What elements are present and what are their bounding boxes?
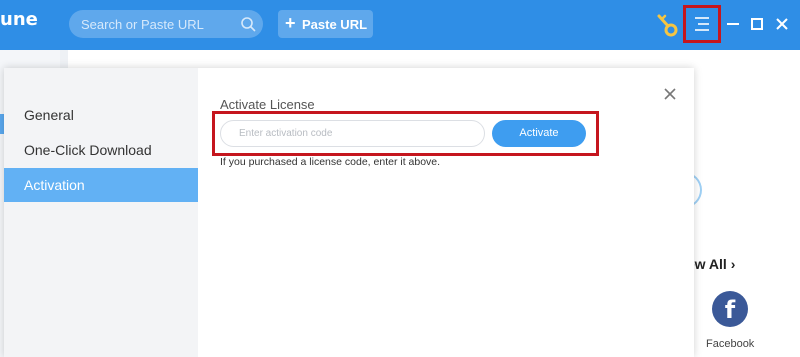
close-icon[interactable]: [771, 13, 793, 35]
nav-item-activation[interactable]: Activation: [4, 168, 198, 202]
app-name: une: [0, 9, 38, 30]
search-icon[interactable]: [239, 15, 257, 33]
search-input[interactable]: Search or Paste URL: [69, 10, 263, 38]
maximize-icon[interactable]: [746, 13, 768, 35]
license-hint-text: If you purchased a license code, enter i…: [220, 156, 441, 168]
nav-item-one-click-download[interactable]: One-Click Download: [4, 133, 198, 167]
paste-url-button[interactable]: + Paste URL: [278, 10, 373, 38]
activate-license-title: Activate License: [220, 97, 315, 112]
activation-code-placeholder: Enter activation code: [239, 128, 333, 139]
settings-dialog: General One-Click Download Activation Ac…: [4, 68, 694, 357]
hamburger-menu-button[interactable]: [683, 5, 721, 43]
paste-url-label: Paste URL: [302, 17, 368, 32]
search-placeholder: Search or Paste URL: [81, 17, 204, 32]
nav-item-general[interactable]: General: [4, 98, 198, 132]
plus-icon: +: [285, 13, 296, 33]
hamburger-menu-icon: [695, 17, 709, 31]
facebook-icon[interactable]: f: [712, 291, 748, 327]
title-bar: une Search or Paste URL + Paste URL: [0, 0, 800, 50]
activation-code-input[interactable]: Enter activation code: [220, 120, 485, 147]
minimize-icon[interactable]: [722, 13, 744, 35]
facebook-label: Facebook: [706, 338, 755, 350]
key-icon[interactable]: [654, 11, 680, 37]
dialog-close-icon[interactable]: [660, 84, 680, 104]
activate-button[interactable]: Activate: [492, 120, 586, 147]
settings-sidebar: General One-Click Download Activation: [4, 68, 198, 357]
chevron-right-icon: ›: [730, 256, 736, 272]
